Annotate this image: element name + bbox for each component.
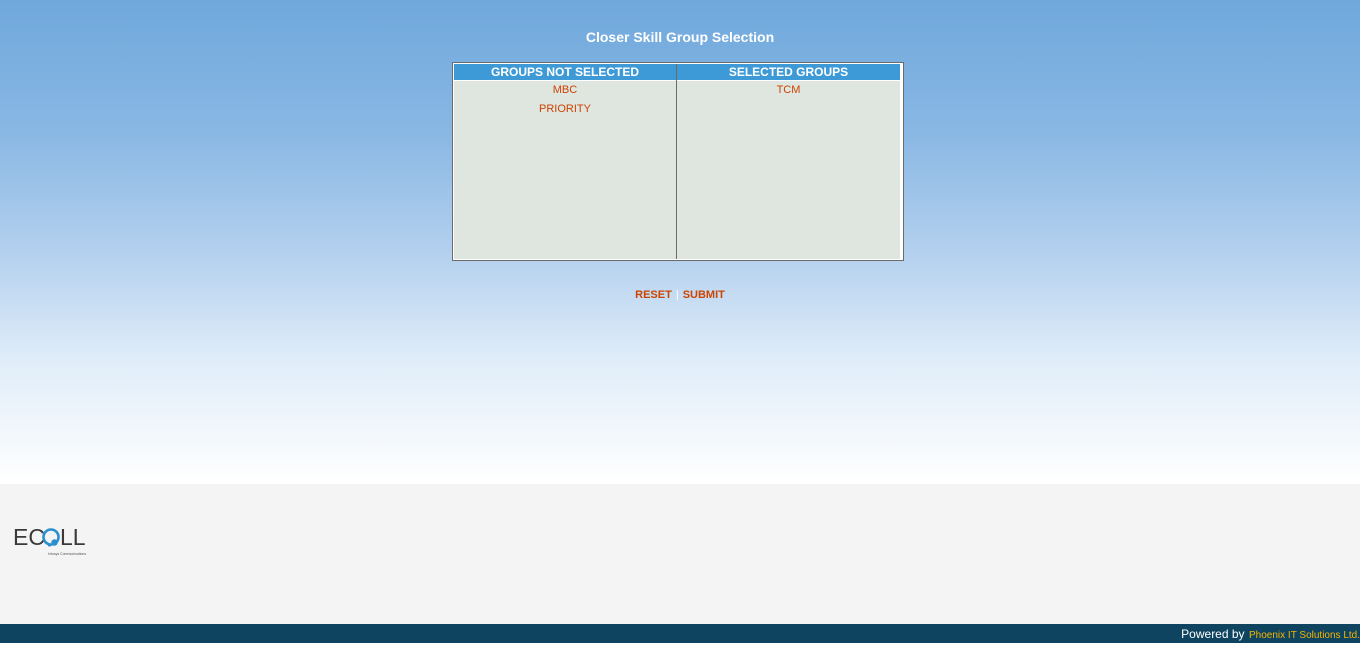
company-link[interactable]: Phoenix IT Solutions Ltd. bbox=[1249, 630, 1360, 641]
group-item-mbc[interactable]: MBC bbox=[454, 84, 676, 103]
powered-by-label: Powered by bbox=[1181, 627, 1245, 641]
skill-groups-table: GROUPS NOT SELECTED MBC PRIORITY SELECTE… bbox=[452, 62, 904, 261]
form-actions: RESET | SUBMIT bbox=[0, 289, 1360, 301]
footer-area: EC LL Infosys Communications bbox=[0, 484, 1360, 624]
selected-groups-list: TCM bbox=[677, 81, 900, 259]
groups-not-selected-column: GROUPS NOT SELECTED MBC PRIORITY bbox=[454, 64, 677, 259]
page-title: Closer Skill Group Selection bbox=[585, 29, 775, 45]
main-content-area: Closer Skill Group Selection GROUPS NOT … bbox=[0, 0, 1360, 484]
logo-text-left: EC bbox=[13, 524, 45, 550]
logo-text-right: LL bbox=[60, 524, 86, 550]
ecall-logo-graphic: EC LL Infosys Communications bbox=[13, 524, 86, 556]
action-separator: | bbox=[675, 289, 679, 301]
groups-not-selected-header: GROUPS NOT SELECTED bbox=[454, 64, 676, 81]
selected-groups-column: SELECTED GROUPS TCM bbox=[677, 64, 900, 259]
submit-button[interactable]: SUBMIT bbox=[683, 289, 725, 301]
selected-groups-header: SELECTED GROUPS bbox=[677, 64, 900, 81]
ecall-logo: EC LL Infosys Communications bbox=[13, 524, 93, 558]
group-item-tcm[interactable]: TCM bbox=[677, 84, 900, 103]
groups-not-selected-list: MBC PRIORITY bbox=[454, 81, 676, 259]
reset-button[interactable]: RESET bbox=[635, 289, 672, 301]
powered-by-bar: Powered by Phoenix IT Solutions Ltd. bbox=[0, 624, 1360, 643]
group-item-priority[interactable]: PRIORITY bbox=[454, 103, 676, 122]
logo-tagline: Infosys Communications bbox=[48, 552, 86, 556]
